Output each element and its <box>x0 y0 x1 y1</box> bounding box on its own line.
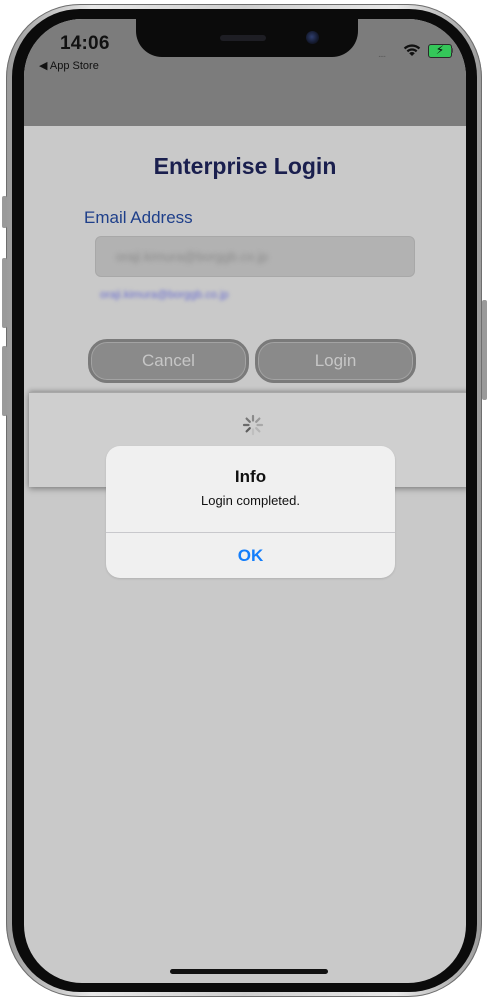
speaker-grille <box>220 35 266 41</box>
activity-spinner-icon <box>242 414 264 436</box>
page-title: Enterprise Login <box>153 153 337 179</box>
wifi-icon <box>403 44 421 56</box>
notch <box>136 19 358 57</box>
email-hint: oraji.kimura@borggb.co.jp <box>100 289 229 301</box>
cancel-button[interactable]: Cancel <box>88 339 249 383</box>
alert-title: Info <box>234 467 267 486</box>
volume-up-button <box>2 258 7 328</box>
email-field[interactable]: oraji.kimura@borggb.co.jp <box>95 236 415 277</box>
battery-tip <box>451 48 453 53</box>
charging-bolt-icon: ⚡ <box>435 43 445 57</box>
back-to-app-store-link[interactable]: ◀ App Store <box>39 59 99 72</box>
login-button[interactable]: Login <box>255 339 416 383</box>
alert-ok-button[interactable]: OK <box>106 533 395 578</box>
info-alert-dialog: Info Login completed. OK <box>106 446 395 578</box>
battery-icon: ⚡ <box>428 43 452 58</box>
alert-message: Login completed. <box>200 493 300 508</box>
power-button <box>482 300 487 400</box>
screen: 14:06 ◀ App Store .... ⚡ Enterprise Logi… <box>24 19 466 983</box>
home-indicator[interactable] <box>170 969 328 974</box>
volume-down-button <box>2 346 7 416</box>
status-time: 14:06 <box>60 33 110 54</box>
front-camera-icon <box>306 31 319 44</box>
email-field-value: oraji.kimura@borggb.co.jp <box>116 249 268 264</box>
signal-dots-icon: .... <box>378 49 386 60</box>
mute-switch <box>2 196 7 228</box>
email-label: Email Address <box>84 208 193 227</box>
